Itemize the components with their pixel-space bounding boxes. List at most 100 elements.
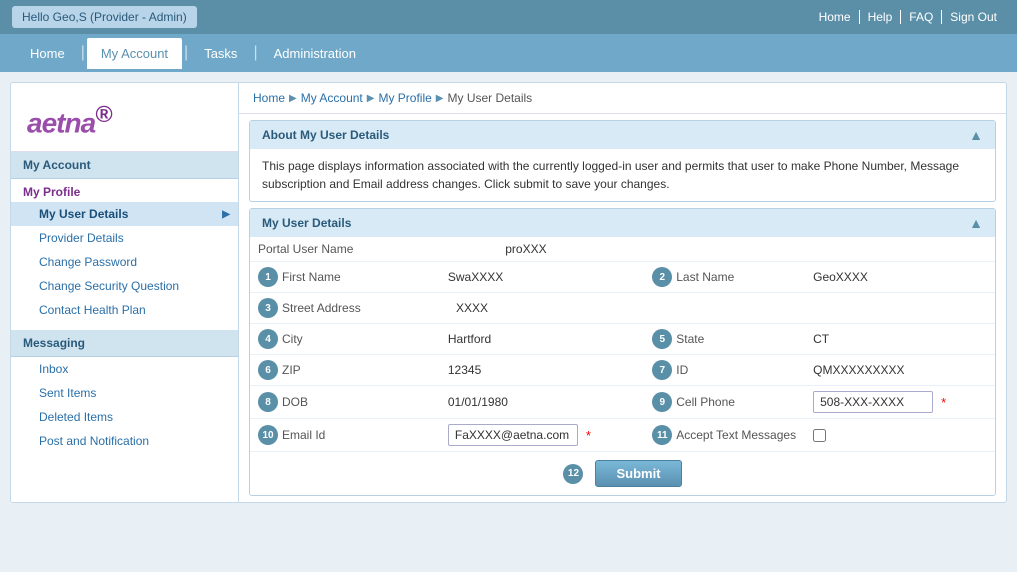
breadcrumb-myuserdetails: My User Details bbox=[448, 91, 533, 105]
sidebar: aetna® My Account My Profile My User Det… bbox=[11, 83, 239, 502]
faq-top-link[interactable]: FAQ bbox=[901, 10, 942, 24]
sidebar-label-contacthealthplan: Contact Health Plan bbox=[39, 303, 146, 317]
col-state-value: CT bbox=[805, 324, 995, 354]
col-streetaddress-label: 3 Street Address bbox=[250, 293, 448, 323]
col-cellphone-value: * bbox=[805, 386, 995, 418]
label-portalusername: Portal User Name bbox=[258, 242, 368, 256]
sidebar-item-changepassword[interactable]: Change Password bbox=[11, 250, 238, 274]
aetna-logo: aetna® bbox=[27, 101, 222, 139]
greeting-badge: Hello Geo,S (Provider - Admin) bbox=[12, 6, 197, 28]
breadcrumb-home[interactable]: Home bbox=[253, 91, 285, 105]
main-inner: aetna® My Account My Profile My User Det… bbox=[10, 82, 1007, 503]
value-firstname: SwaXXXX bbox=[448, 270, 503, 284]
value-streetaddress: XXXX bbox=[456, 301, 488, 315]
content-area: Home ▶ My Account ▶ My Profile ▶ My User… bbox=[239, 83, 1006, 502]
value-portalusername: proXXX bbox=[505, 242, 546, 256]
sidebar-myaccount-title: My Account bbox=[11, 152, 238, 179]
sidebar-label-postnotification: Post and Notification bbox=[39, 434, 149, 448]
info-panel-title: About My User Details bbox=[262, 128, 389, 142]
sidebar-item-myuserdetails[interactable]: My User Details bbox=[11, 202, 238, 226]
col-accepttext-value bbox=[805, 419, 995, 451]
sidebar-messaging-title: Messaging bbox=[11, 330, 238, 357]
row-zip-id: 6 ZIP 12345 7 ID QMXXXXXXXXX bbox=[250, 355, 995, 386]
sidebar-label-providerdetails: Provider Details bbox=[39, 231, 124, 245]
num-streetaddress: 3 bbox=[258, 298, 278, 318]
sidebar-item-postnotification[interactable]: Post and Notification bbox=[11, 429, 238, 453]
num-id: 7 bbox=[652, 360, 672, 380]
nav-sep-1: | bbox=[79, 44, 87, 62]
breadcrumb-myprofile[interactable]: My Profile bbox=[378, 91, 431, 105]
label-dob: DOB bbox=[282, 395, 392, 409]
nav-sep-2: | bbox=[182, 44, 190, 62]
sidebar-item-providerdetails[interactable]: Provider Details bbox=[11, 226, 238, 250]
logo-area: aetna® bbox=[11, 83, 238, 152]
collapse-details-icon[interactable]: ▲ bbox=[969, 215, 983, 231]
sidebar-label-myuserdetails: My User Details bbox=[39, 207, 128, 221]
col-dob-value: 01/01/1980 bbox=[440, 386, 644, 418]
sidebar-label-inbox: Inbox bbox=[39, 362, 68, 376]
col-zip-value: 12345 bbox=[440, 355, 644, 385]
col-dob-label: 8 DOB bbox=[250, 386, 440, 418]
value-dob: 01/01/1980 bbox=[448, 395, 508, 409]
collapse-info-icon[interactable]: ▲ bbox=[969, 127, 983, 143]
input-email[interactable] bbox=[448, 424, 578, 446]
info-panel-header: About My User Details ▲ bbox=[250, 121, 995, 149]
label-id: ID bbox=[676, 363, 786, 377]
sidebar-label-deleteditems: Deleted Items bbox=[39, 410, 113, 424]
col-id-value: QMXXXXXXXXX bbox=[805, 355, 995, 385]
home-top-link[interactable]: Home bbox=[811, 10, 860, 24]
nav-tasks[interactable]: Tasks bbox=[190, 38, 251, 69]
num-firstname: 1 bbox=[258, 267, 278, 287]
col-state-label: 5 State bbox=[644, 324, 805, 354]
checkbox-accepttext[interactable] bbox=[813, 429, 826, 442]
col-lastname: 2 Last Name bbox=[644, 262, 805, 292]
label-cellphone: Cell Phone bbox=[676, 395, 786, 409]
submit-button[interactable]: Submit bbox=[595, 460, 681, 487]
num-lastname: 2 bbox=[652, 267, 672, 287]
sidebar-item-deleteditems[interactable]: Deleted Items bbox=[11, 405, 238, 429]
col-firstname-value: SwaXXXX bbox=[440, 262, 644, 292]
nav-sep-3: | bbox=[251, 44, 259, 62]
col-cellphone-label: 9 Cell Phone bbox=[644, 386, 805, 418]
col-lastname-value: GeoXXXX bbox=[805, 262, 995, 292]
value-lastname: GeoXXXX bbox=[813, 270, 868, 284]
col-firstname: 1 First Name bbox=[250, 262, 440, 292]
signout-top-link[interactable]: Sign Out bbox=[942, 10, 1005, 24]
logo-reg: ® bbox=[95, 101, 111, 127]
nav-home[interactable]: Home bbox=[16, 38, 79, 69]
row-streetaddress: 3 Street Address XXXX bbox=[250, 293, 995, 324]
details-panel: My User Details ▲ Portal User Name proXX… bbox=[249, 208, 996, 496]
label-email: Email Id bbox=[282, 428, 392, 442]
sidebar-item-contacthealthplan[interactable]: Contact Health Plan bbox=[11, 298, 238, 322]
email-required-star: * bbox=[586, 428, 591, 443]
row-city-state: 4 City Hartford 5 State CT bbox=[250, 324, 995, 355]
col-email-label: 10 Email Id bbox=[250, 419, 440, 451]
breadcrumb-myaccount[interactable]: My Account bbox=[301, 91, 363, 105]
sidebar-label-sentitems: Sent Items bbox=[39, 386, 96, 400]
num-state: 5 bbox=[652, 329, 672, 349]
nav-myaccount[interactable]: My Account bbox=[87, 38, 182, 69]
sidebar-label-changesecurityquestion: Change Security Question bbox=[39, 279, 179, 293]
top-links: Home Help FAQ Sign Out bbox=[811, 10, 1005, 24]
row-email-accepttext: 10 Email Id * 11 Accept Text Messages bbox=[250, 419, 995, 452]
cellphone-required-star: * bbox=[941, 395, 946, 410]
col-accepttext-label: 11 Accept Text Messages bbox=[644, 419, 805, 451]
sidebar-item-inbox[interactable]: Inbox bbox=[11, 357, 238, 381]
submit-row: 12 Submit bbox=[250, 452, 995, 495]
col-streetaddress-value: XXXX bbox=[448, 293, 995, 323]
input-cellphone[interactable] bbox=[813, 391, 933, 413]
value-zip: 12345 bbox=[448, 363, 481, 377]
breadcrumb: Home ▶ My Account ▶ My Profile ▶ My User… bbox=[239, 83, 1006, 114]
num-submit: 12 bbox=[563, 464, 583, 484]
nav-administration[interactable]: Administration bbox=[260, 38, 370, 69]
row-portalusername: Portal User Name proXXX bbox=[250, 237, 995, 262]
num-email: 10 bbox=[258, 425, 278, 445]
col-city-value: Hartford bbox=[440, 324, 644, 354]
col-city-label: 4 City bbox=[250, 324, 440, 354]
row-dob-cellphone: 8 DOB 01/01/1980 9 Cell Phone * bbox=[250, 386, 995, 419]
top-bar: Hello Geo,S (Provider - Admin) Home Help… bbox=[0, 0, 1017, 34]
sidebar-item-sentitems[interactable]: Sent Items bbox=[11, 381, 238, 405]
sidebar-item-changesecurityquestion[interactable]: Change Security Question bbox=[11, 274, 238, 298]
help-top-link[interactable]: Help bbox=[860, 10, 902, 24]
col-email-value: * bbox=[440, 419, 644, 451]
